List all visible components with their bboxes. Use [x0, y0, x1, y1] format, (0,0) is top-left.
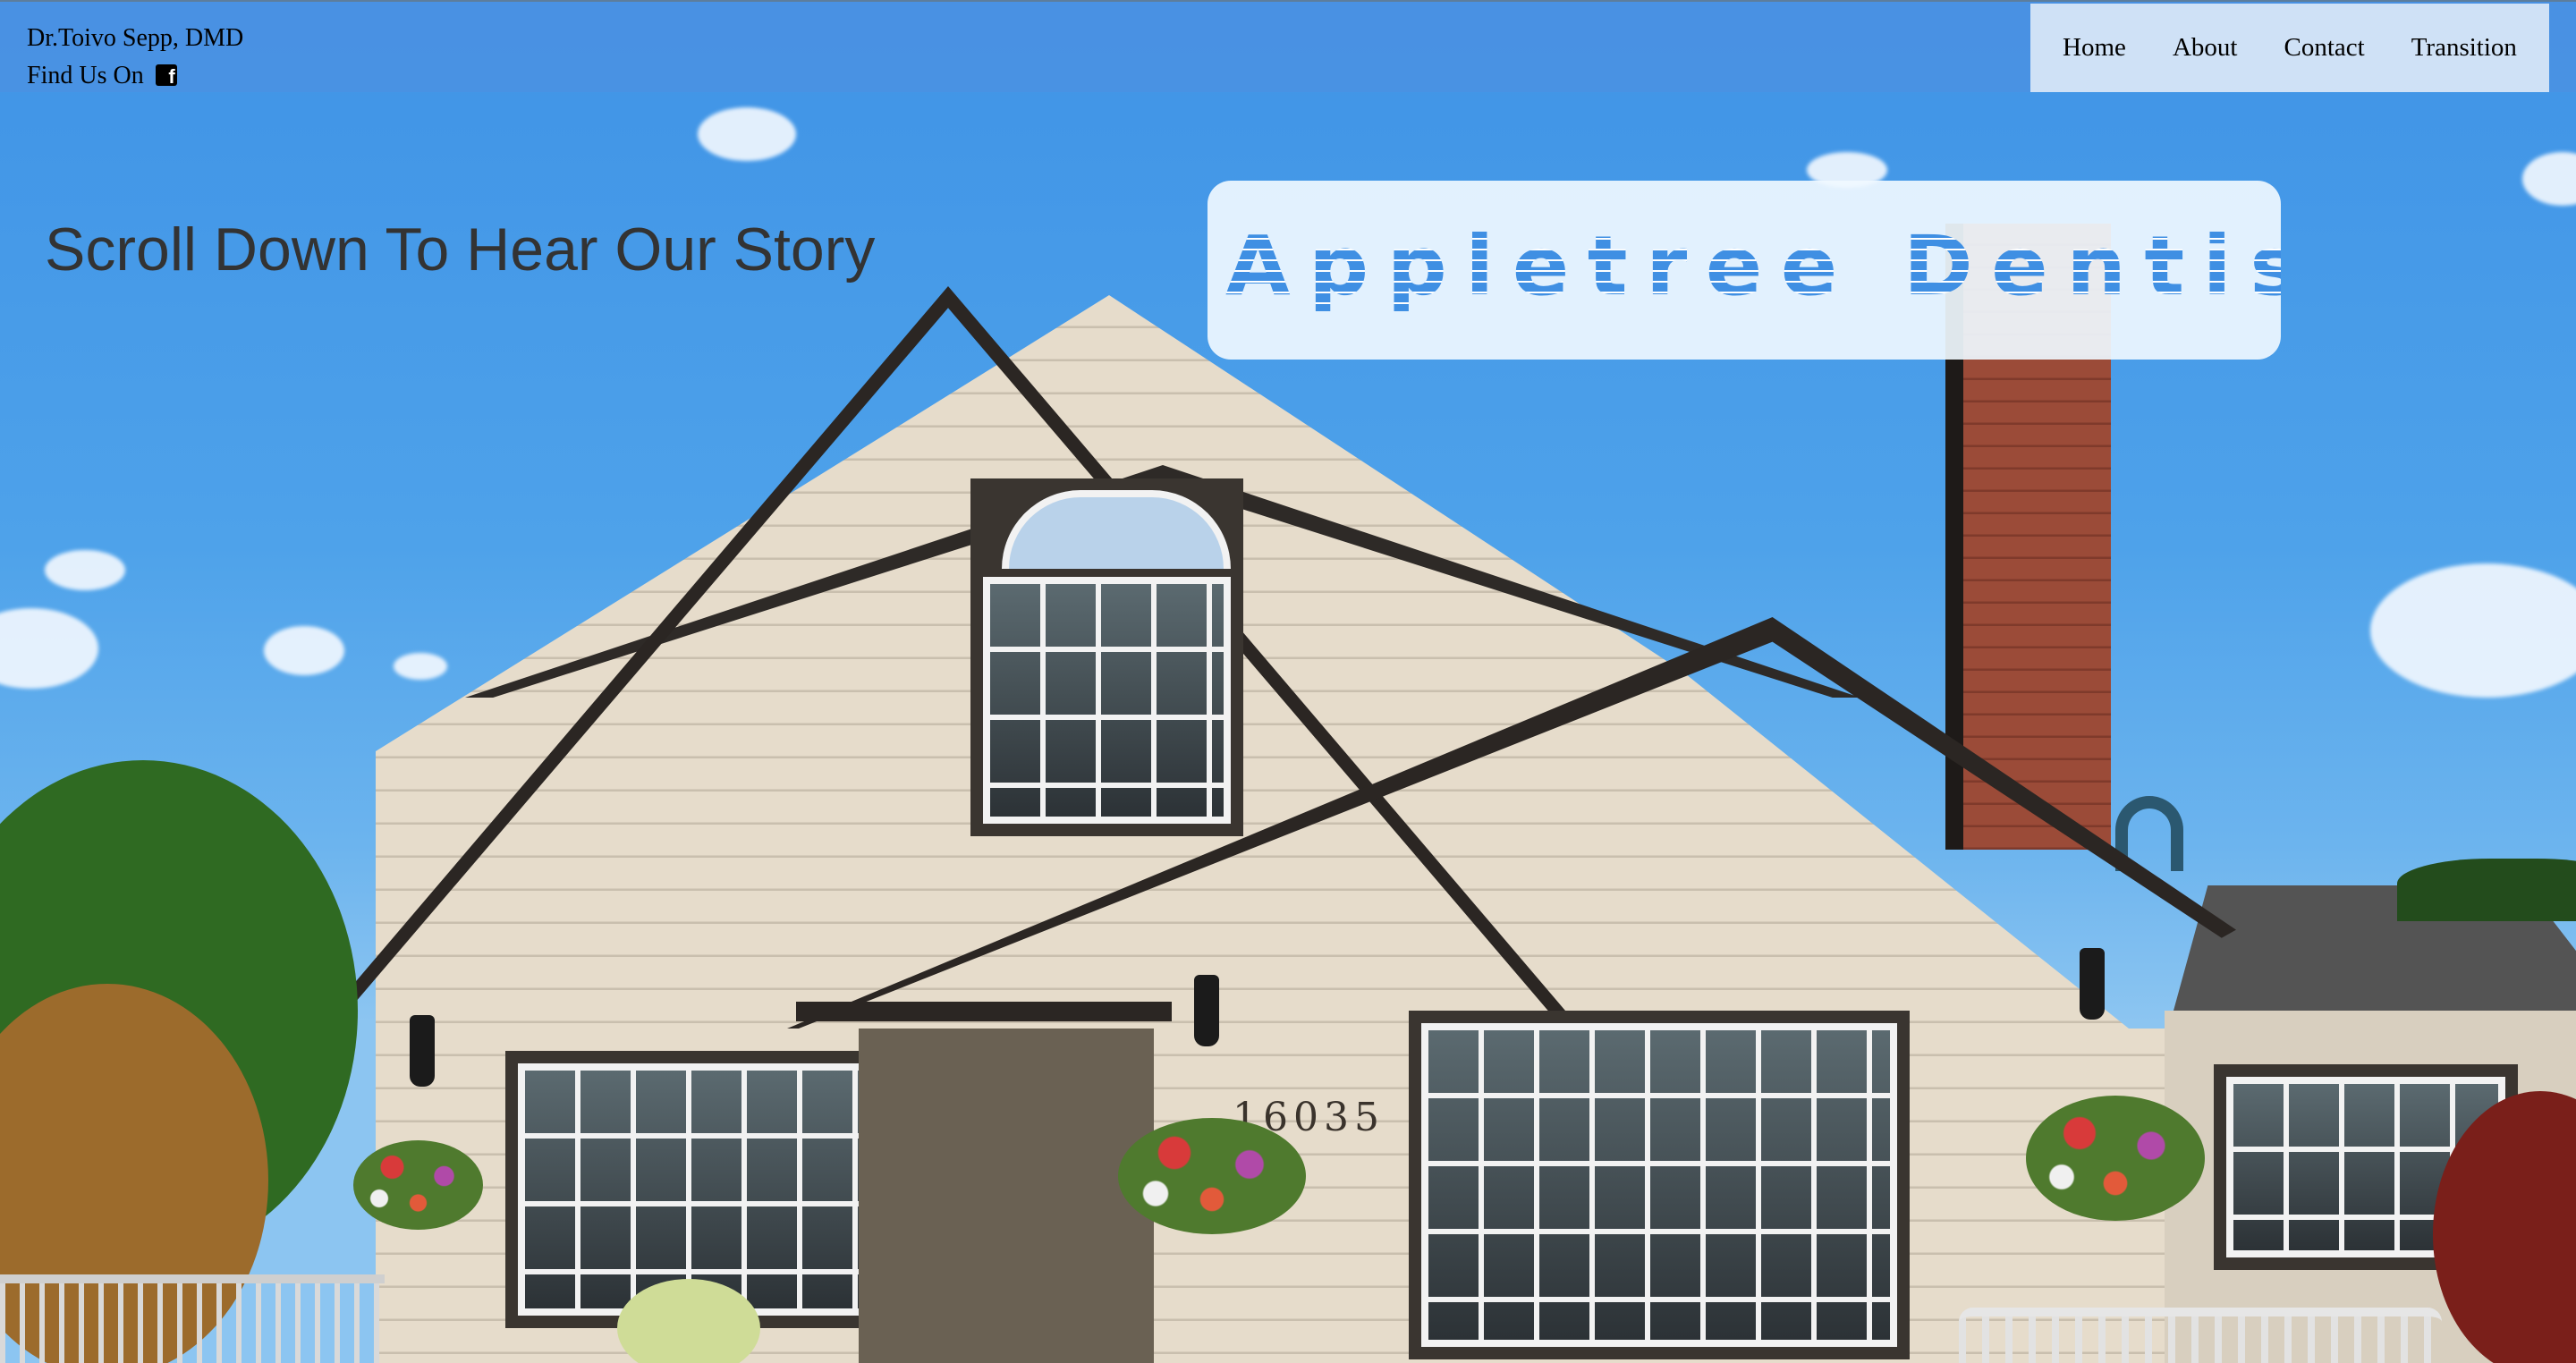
logo-banner: Appletree Dentistry	[1208, 181, 2281, 360]
logo-text: Appletree Dentistry	[1225, 218, 2281, 314]
find-us-label: Find Us On	[27, 62, 144, 89]
main-nav: Home About Contact Transition	[2030, 4, 2549, 92]
nav-about-link[interactable]: About	[2173, 33, 2238, 63]
facebook-icon[interactable]: f	[155, 64, 177, 86]
nav-home-link[interactable]: Home	[2063, 33, 2126, 63]
find-us-row: Find Us On f	[27, 57, 243, 95]
top-header-bar: Dr.Toivo Sepp, DMD Find Us On f Home Abo…	[0, 0, 2576, 92]
nav-transition-link[interactable]: Transition	[2411, 33, 2517, 63]
doctor-name: Dr.Toivo Sepp, DMD	[27, 24, 244, 52]
hero-tagline: Scroll Down To Hear Our Story	[45, 216, 876, 284]
nav-contact-link[interactable]: Contact	[2284, 33, 2364, 63]
logo-text-label: Appletree Dentistry	[1225, 218, 2281, 314]
brand-block: Dr.Toivo Sepp, DMD Find Us On f	[27, 20, 243, 95]
